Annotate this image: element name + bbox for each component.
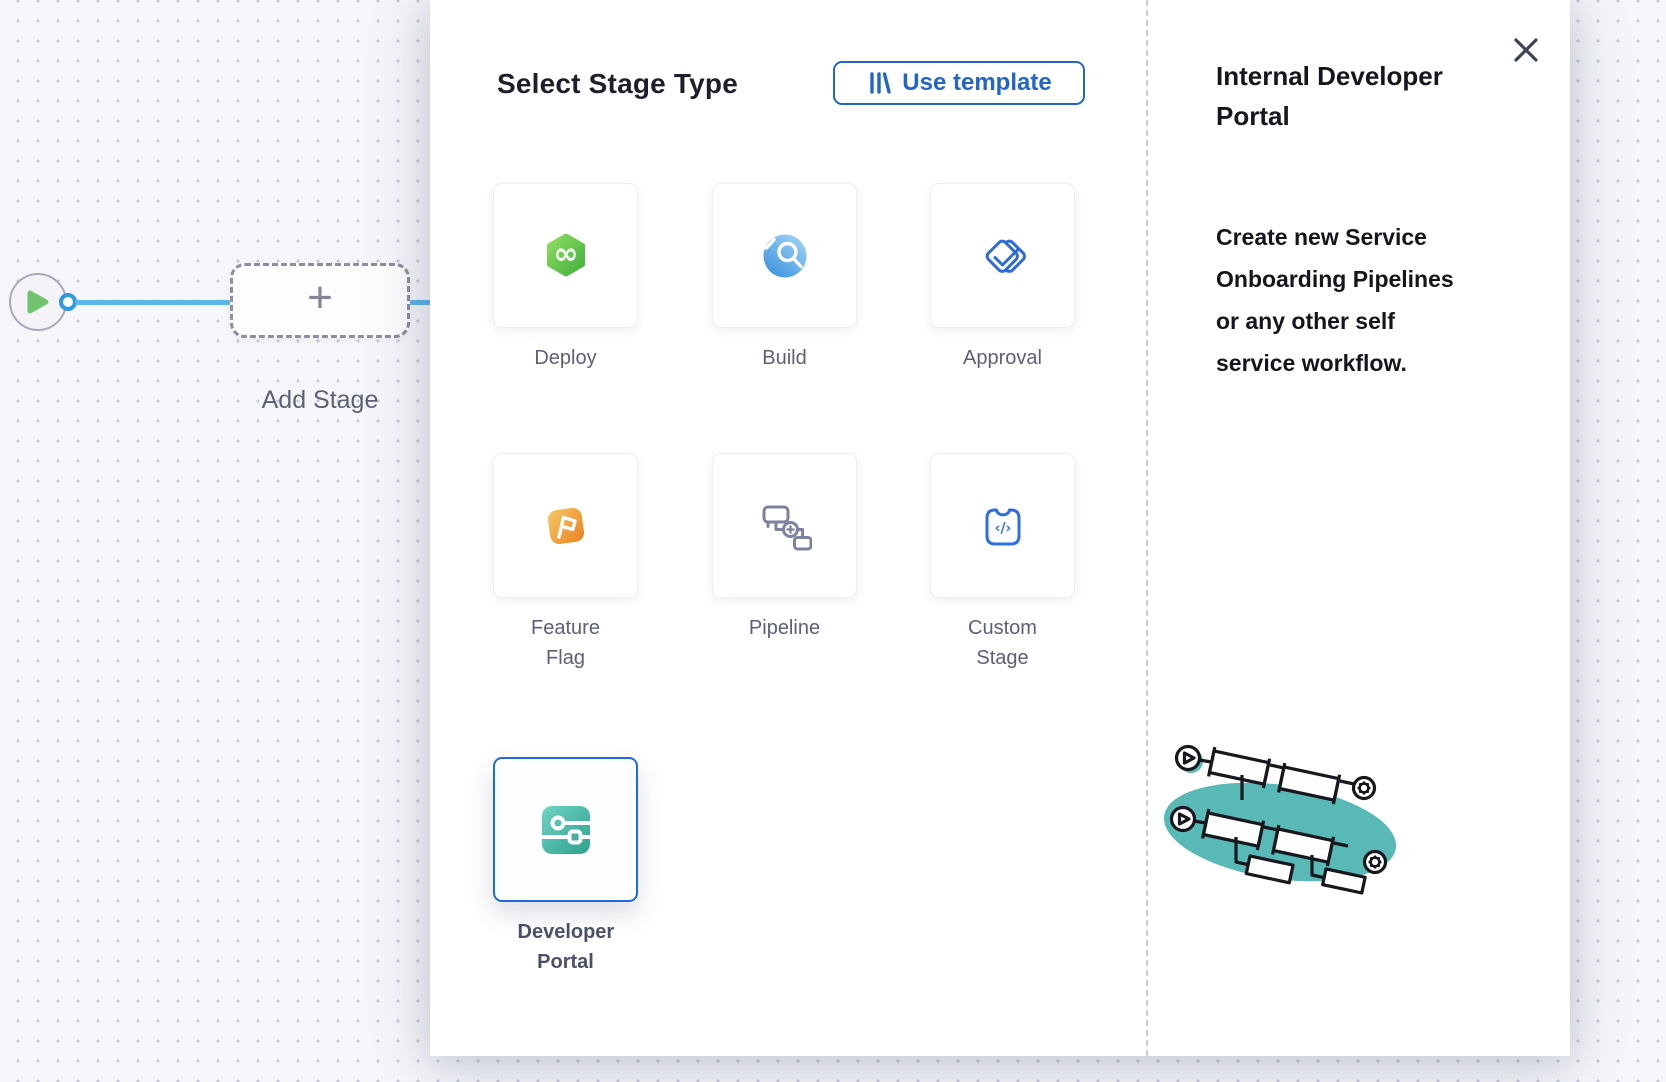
add-stage-button[interactable]: + xyxy=(230,263,410,338)
stage-card-label: Approval xyxy=(930,343,1075,373)
stage-card-label: Pipeline xyxy=(712,613,857,643)
stage-card-label: Build xyxy=(712,343,857,373)
play-icon xyxy=(27,289,49,315)
close-button[interactable] xyxy=(1509,33,1543,67)
stage-card-custom-stage[interactable]: ‹/› Custom Stage xyxy=(930,453,1075,673)
stage-card-pipeline[interactable]: Pipeline xyxy=(712,453,857,643)
custom-stage-icon: ‹/› xyxy=(977,500,1029,552)
use-template-button[interactable]: Use template xyxy=(833,61,1085,105)
pipeline-canvas: + Add Stage Select Stage Type Use templa… xyxy=(0,0,1666,1082)
description-line: Onboarding Pipelines xyxy=(1216,258,1496,300)
plus-icon: + xyxy=(307,278,333,318)
use-template-label: Use template xyxy=(902,69,1051,97)
panel-divider xyxy=(1146,0,1148,1056)
stage-card-label: Custom Stage xyxy=(955,613,1051,673)
approval-icon xyxy=(977,230,1029,282)
stage-card-label: Feature Flag xyxy=(518,613,614,673)
svg-text:‹/›: ‹/› xyxy=(994,520,1011,536)
x-icon xyxy=(1512,36,1540,64)
developer-portal-icon xyxy=(542,806,590,854)
pipelines-illustration xyxy=(1152,728,1408,918)
deploy-icon: ∞ xyxy=(542,232,590,280)
stage-card-label: Developer Portal xyxy=(518,917,614,977)
svg-text:∞: ∞ xyxy=(553,236,578,271)
stage-card-developer-portal[interactable]: Developer Portal xyxy=(493,757,638,977)
detail-panel-title: Internal Developer Portal xyxy=(1216,56,1501,136)
stage-card-label: Deploy xyxy=(493,343,638,373)
pipeline-icon xyxy=(758,499,812,553)
feature-flag-icon xyxy=(542,502,590,550)
stage-card-approval[interactable]: Approval xyxy=(930,183,1075,373)
select-stage-type-modal: Select Stage Type Use template ∞ Deploy xyxy=(430,0,1570,1056)
modal-title: Select Stage Type xyxy=(497,68,738,100)
description-line: Create new Service xyxy=(1216,216,1496,258)
stage-card-feature-flag[interactable]: Feature Flag xyxy=(493,453,638,673)
description-line: service workflow. xyxy=(1216,342,1496,384)
library-icon xyxy=(866,70,892,96)
stage-card-build[interactable]: Build xyxy=(712,183,857,373)
stage-card-deploy[interactable]: ∞ Deploy xyxy=(493,183,638,373)
build-icon xyxy=(762,233,808,279)
add-stage-label: Add Stage xyxy=(230,386,410,415)
description-line: or any other self xyxy=(1216,300,1496,342)
edge-line xyxy=(75,300,231,305)
detail-panel-description: Create new Service Onboarding Pipelines … xyxy=(1216,216,1496,384)
